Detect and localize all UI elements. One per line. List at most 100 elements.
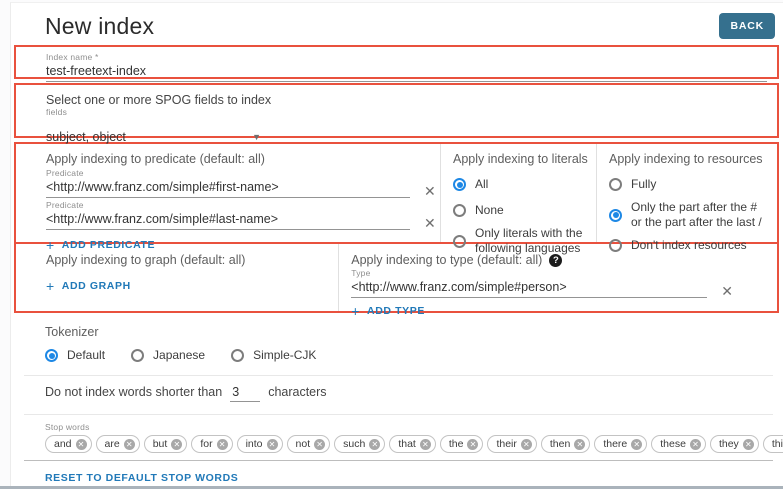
back-button[interactable]: BACK — [719, 13, 775, 39]
stop-word-chip: but ✕ — [143, 435, 188, 453]
chip-label: for — [200, 438, 213, 450]
tokenizer-section: Tokenizer Default Japanese Simple-CJK — [11, 317, 783, 363]
resources-option-part[interactable]: Only the part after the # or the part af… — [609, 200, 771, 230]
chip-label: the — [448, 438, 464, 450]
chip-label: not — [295, 438, 311, 450]
remove-chip-icon[interactable]: ✕ — [314, 438, 326, 450]
type-column: Apply indexing to type (default: all) ? … — [338, 244, 777, 318]
remove-predicate-icon[interactable]: ✕ — [424, 184, 436, 198]
stop-words-section: Stop words and ✕ are ✕ but ✕ for ✕ into ✕ not… — [11, 415, 783, 453]
remove-chip-icon[interactable]: ✕ — [171, 438, 183, 450]
predicate-input-2[interactable] — [46, 210, 410, 230]
predicate-input-1[interactable] — [46, 178, 410, 198]
chip-label: are — [104, 438, 120, 450]
page-title: New index — [45, 13, 155, 39]
resources-option-fully[interactable]: Fully — [609, 177, 771, 192]
chip-label: then — [549, 438, 571, 450]
tokenizer-option-japanese[interactable]: Japanese — [131, 348, 205, 363]
radio-icon — [453, 204, 466, 217]
remove-chip-icon[interactable]: ✕ — [742, 438, 754, 450]
radio-option-label: Fully — [631, 177, 657, 191]
graph-section-title: Apply indexing to graph (default: all) — [46, 253, 246, 267]
remove-chip-icon[interactable]: ✕ — [631, 438, 643, 450]
tokenizer-option-default[interactable]: Default — [45, 348, 105, 363]
plus-icon: + — [46, 278, 55, 294]
remove-type-icon[interactable]: ✕ — [721, 284, 733, 298]
radio-option-label: Simple-CJK — [253, 348, 317, 362]
add-graph-label: ADD GRAPH — [61, 280, 131, 292]
radio-icon — [609, 208, 622, 222]
remove-chip-icon[interactable]: ✕ — [574, 438, 586, 450]
stop-words-underline — [24, 460, 773, 461]
remove-chip-icon[interactable]: ✕ — [75, 438, 87, 450]
radio-option-label: Japanese — [153, 348, 206, 362]
remove-chip-icon[interactable]: ✕ — [467, 438, 479, 450]
radio-icon — [453, 234, 466, 248]
min-word-text-before: Do not index words shorter than — [45, 385, 223, 399]
radio-icon — [45, 349, 58, 362]
chip-label: these — [660, 438, 686, 450]
literals-section-title: Apply indexing to literals — [453, 152, 588, 166]
radio-option-label: All — [475, 177, 489, 191]
help-icon[interactable]: ? — [549, 253, 563, 267]
reset-stop-words-label: RESET TO DEFAULT STOP WORDS — [45, 472, 239, 484]
remove-chip-icon[interactable]: ✕ — [266, 438, 278, 450]
index-name-label: Index name * — [46, 52, 99, 62]
remove-chip-icon[interactable]: ✕ — [520, 438, 532, 450]
stop-word-chip: these ✕ — [651, 435, 706, 453]
stop-words-chips: and ✕ are ✕ but ✕ for ✕ into ✕ not ✕ such ✕ tha… — [45, 435, 783, 453]
chip-label: that — [398, 438, 416, 450]
predicate-field-label: Predicate — [46, 168, 84, 178]
type-input[interactable] — [351, 278, 708, 298]
chip-label: but — [152, 438, 168, 450]
remove-chip-icon[interactable]: ✕ — [369, 438, 381, 450]
literals-option-all[interactable]: All — [453, 177, 588, 192]
radio-option-label: None — [475, 203, 504, 217]
min-word-length-section: Do not index words shorter than characte… — [11, 376, 783, 402]
chip-label: this — [771, 438, 783, 450]
graph-column: Apply indexing to graph (default: all) +… — [16, 244, 338, 311]
predicate-column: Apply indexing to predicate (default: al… — [16, 144, 440, 252]
add-type-button[interactable]: + ADD TYPE — [351, 303, 425, 319]
radio-option-label: Only the part after the # or the part af… — [631, 200, 762, 229]
chip-label: their — [496, 438, 517, 450]
stop-word-chip: not ✕ — [286, 435, 331, 453]
predicate-item: Predicate ✕ — [46, 200, 436, 230]
radio-icon — [231, 349, 245, 362]
add-graph-button[interactable]: + ADD GRAPH — [46, 278, 131, 294]
remove-chip-icon[interactable]: ✕ — [123, 438, 135, 450]
resources-column: Apply indexing to resources Fully Only t… — [596, 144, 777, 252]
chip-label: there — [603, 438, 628, 450]
stop-word-chip: the ✕ — [439, 435, 484, 453]
remove-chip-icon[interactable]: ✕ — [689, 438, 701, 450]
index-name-input[interactable] — [46, 62, 767, 82]
chip-label: and — [54, 438, 72, 450]
new-index-page: New index BACK Index name * Select one o… — [10, 2, 783, 486]
page-header: New index BACK — [11, 3, 783, 45]
graph-type-section: Apply indexing to graph (default: all) +… — [14, 244, 779, 318]
chip-label: they — [718, 438, 739, 450]
spog-fields-value: subject, object — [46, 130, 126, 144]
stop-word-chip: and ✕ — [45, 435, 92, 453]
literals-option-none[interactable]: None — [453, 203, 588, 218]
reset-stop-words-button[interactable]: RESET TO DEFAULT STOP WORDS — [45, 472, 238, 484]
spog-field-label: fields — [46, 107, 68, 117]
stop-word-chip: for ✕ — [191, 435, 233, 453]
predicate-field-label: Predicate — [46, 200, 84, 210]
remove-chip-icon[interactable]: ✕ — [419, 438, 431, 450]
plus-icon: + — [351, 303, 361, 319]
stop-word-chip: into ✕ — [236, 435, 283, 453]
min-word-length-input[interactable] — [230, 385, 261, 402]
tokenizer-option-simple-cjk[interactable]: Simple-CJK — [231, 348, 316, 363]
resources-section-title: Apply indexing to resources — [609, 152, 763, 166]
dropdown-caret-icon: ▼ — [252, 132, 261, 142]
remove-predicate-icon[interactable]: ✕ — [424, 216, 436, 230]
remove-chip-icon[interactable]: ✕ — [216, 438, 228, 450]
radio-icon — [131, 349, 145, 362]
stop-word-chip: are ✕ — [95, 435, 140, 453]
predicate-item: Predicate ✕ — [46, 168, 436, 198]
radio-icon — [453, 178, 466, 191]
spog-title: Select one or more SPOG fields to index — [46, 93, 272, 107]
add-type-label: ADD TYPE — [367, 305, 425, 317]
indexing-options-section: Apply indexing to predicate (default: al… — [14, 142, 779, 255]
